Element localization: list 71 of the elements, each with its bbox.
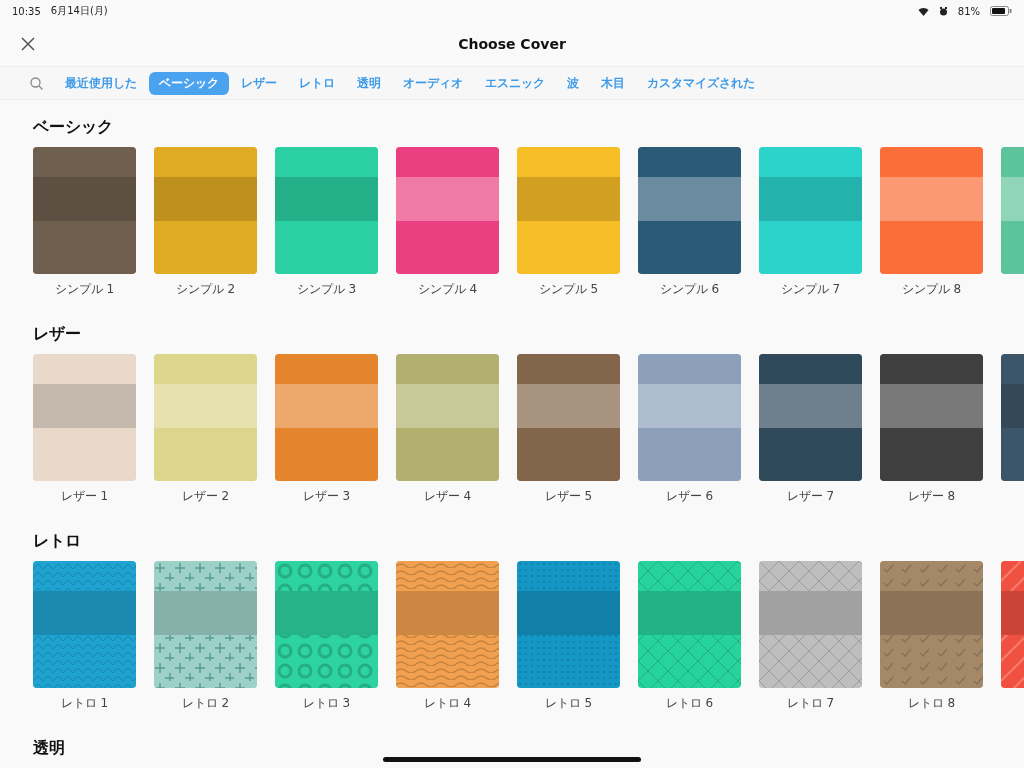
cover-name: シンプル 7 (780, 281, 841, 298)
section-title: 透明 (33, 738, 66, 758)
category-tab[interactable]: オーディオ (393, 71, 473, 95)
notebook-cover[interactable] (880, 354, 983, 481)
cover-name: シンプル 5 (538, 281, 599, 298)
notebook-cover[interactable] (396, 354, 499, 481)
notebook-cover[interactable] (154, 561, 257, 688)
cover-name: シンプル 2 (175, 281, 236, 298)
notebook-cover[interactable] (880, 561, 983, 688)
cover-name: シンプル 6 (659, 281, 720, 298)
cover-name: レザー 5 (544, 488, 593, 505)
category-tab[interactable]: 透明 (347, 71, 391, 95)
category-tab[interactable]: レザー (231, 71, 287, 95)
screen-title: Choose Cover (458, 36, 566, 52)
notebook-cover[interactable] (396, 561, 499, 688)
cover-name: レザー 3 (302, 488, 351, 505)
close-icon (21, 37, 35, 51)
notebook-cover[interactable] (275, 147, 378, 274)
category-tab[interactable]: 最近使用した (55, 71, 147, 95)
section-title: レザー (33, 324, 82, 344)
notebook-cover[interactable] (33, 147, 136, 274)
cover-name: レトロ 5 (544, 695, 593, 712)
cover-name: シンプル 8 (901, 281, 962, 298)
cover-name: レザー 8 (907, 488, 956, 505)
category-tab[interactable]: 波 (557, 71, 589, 95)
notebook-cover[interactable] (517, 561, 620, 688)
cover-name: レトロ 4 (423, 695, 472, 712)
battery-icon (990, 6, 1012, 16)
notebook-cover[interactable] (638, 561, 741, 688)
cover-name: レトロ 3 (302, 695, 351, 712)
notebook-cover[interactable] (638, 147, 741, 274)
notebook-cover[interactable] (759, 354, 862, 481)
battery-percent: 81% (957, 5, 980, 17)
category-tab[interactable]: ベーシック (149, 71, 229, 95)
cover-name: レザー 2 (181, 488, 230, 505)
notebook-cover[interactable] (517, 354, 620, 481)
notebook-cover[interactable] (33, 561, 136, 688)
cover-name: シンプル 1 (54, 281, 115, 298)
status-time: 10:35 (12, 5, 41, 17)
cover-name: レザー 6 (665, 488, 714, 505)
notebook-cover[interactable] (154, 147, 257, 274)
cover-name: レトロ 6 (665, 695, 714, 712)
cover-name: レトロ 2 (181, 695, 230, 712)
cover-name: シンプル 4 (417, 281, 478, 298)
alarm-icon (938, 6, 948, 16)
notebook-cover[interactable] (154, 354, 257, 481)
search-icon[interactable] (30, 76, 43, 90)
cover-name: レトロ 8 (907, 695, 956, 712)
category-tab[interactable]: カスタマイズされた (637, 71, 765, 95)
category-tab[interactable]: エスニック (475, 71, 555, 95)
notebook-cover[interactable] (517, 147, 620, 274)
notebook-cover[interactable] (759, 561, 862, 688)
notebook-cover[interactable] (275, 561, 378, 688)
notebook-cover[interactable] (638, 354, 741, 481)
cover-name: レトロ 7 (786, 695, 835, 712)
cover-name: レトロ 1 (60, 695, 109, 712)
category-tab[interactable]: レトロ (289, 71, 345, 95)
notebook-cover[interactable] (396, 147, 499, 274)
cover-name: シンプル 3 (296, 281, 357, 298)
cover-name: レザー 4 (423, 488, 472, 505)
wifi-icon (917, 6, 929, 16)
cover-name: レザー 7 (786, 488, 835, 505)
status-date: 6月14日(月) (50, 4, 108, 18)
notebook-cover[interactable] (880, 147, 983, 274)
cover-name: レザー 1 (60, 488, 109, 505)
section-title: レトロ (33, 531, 82, 551)
section-title: ベーシック (33, 117, 114, 137)
notebook-cover[interactable] (33, 354, 136, 481)
notebook-cover[interactable] (275, 354, 378, 481)
category-tab[interactable]: 木目 (591, 71, 635, 95)
notebook-cover[interactable] (759, 147, 862, 274)
